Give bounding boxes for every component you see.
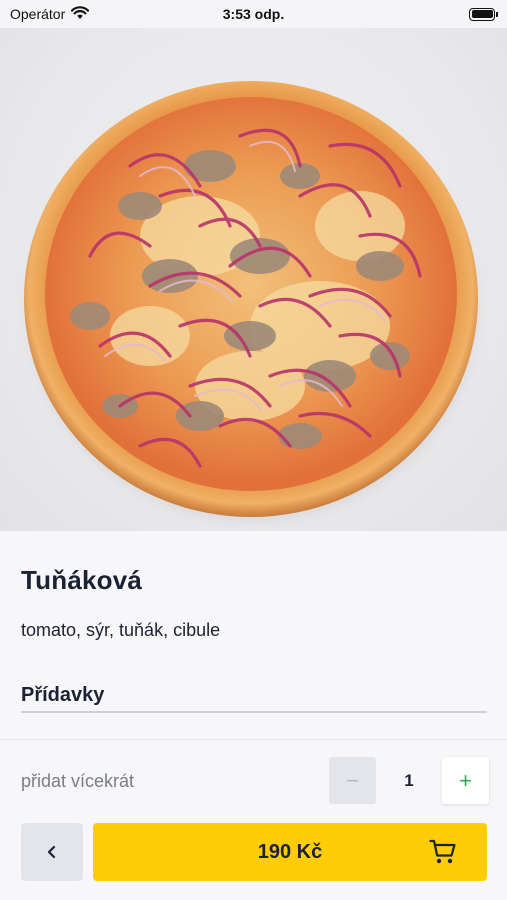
carrier-label: Operátor xyxy=(10,6,66,22)
extras-heading[interactable]: Přídavky xyxy=(21,684,104,707)
product-info: Tuňáková tomato, sýr, tuňák, cibule Příd… xyxy=(0,531,507,741)
quantity-value: 1 xyxy=(404,770,414,790)
status-time: 3:53 odp. xyxy=(222,6,285,22)
chevron-left-icon xyxy=(47,845,56,859)
quantity-increment-button[interactable]: + xyxy=(442,757,489,804)
product-ingredients: tomato, sýr, tuňák, cibule xyxy=(21,620,221,640)
quantity-decrement-button[interactable]: − xyxy=(329,757,376,804)
order-panel: přidat vícekrát − 1 + 190 Kč xyxy=(0,739,507,900)
product-title: Tuňáková xyxy=(21,565,143,595)
repeat-label: přidat vícekrát xyxy=(21,771,135,791)
plus-icon: + xyxy=(459,767,472,793)
add-to-cart-button[interactable]: 190 Kč xyxy=(93,823,487,881)
cart-icon xyxy=(429,839,456,864)
wifi-icon xyxy=(71,5,90,23)
back-button[interactable] xyxy=(21,823,83,881)
status-left: Operátor xyxy=(10,5,90,23)
price-label: 190 Kč xyxy=(257,840,323,863)
battery-icon xyxy=(469,7,498,21)
pizza-photo xyxy=(24,81,478,521)
minus-icon: − xyxy=(346,767,359,793)
status-bar: Operátor 3:53 odp. xyxy=(0,0,507,28)
product-image xyxy=(0,26,507,531)
extras-divider xyxy=(21,711,487,713)
